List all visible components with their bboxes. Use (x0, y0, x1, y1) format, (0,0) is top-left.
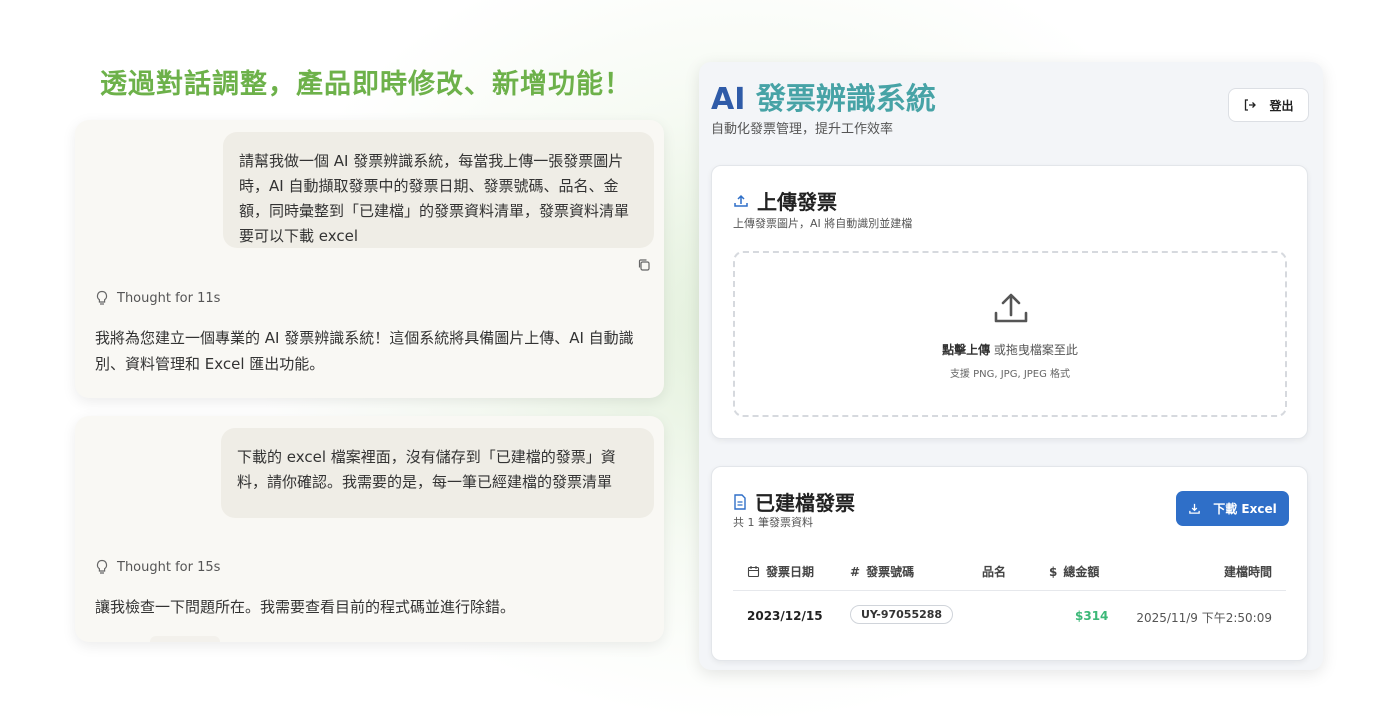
thought-indicator-1[interactable]: Thought for 11s (95, 290, 220, 306)
logout-icon (1245, 99, 1257, 111)
invoice-panel-title: 已建檔發票 (733, 487, 855, 516)
upload-title-text: 上傳發票 (757, 190, 837, 214)
cell-amount: $314 (1075, 609, 1109, 623)
cell-created: 2025/11/9 下午2:50:09 (1136, 611, 1272, 625)
logout-label: 登出 (1269, 98, 1294, 113)
upload-cloud-icon (994, 293, 1028, 323)
download-label: 下載 Excel (1213, 502, 1277, 516)
thought-indicator-2[interactable]: Thought for 15s (95, 559, 220, 575)
column-header-amount[interactable]: $ 總金額 (1049, 563, 1099, 580)
upload-icon (734, 194, 748, 207)
dropzone-click-label[interactable]: 點擊上傳 (942, 343, 990, 357)
download-excel-button[interactable]: 下載 Excel (1176, 491, 1289, 526)
faded-placeholder (150, 636, 220, 642)
calendar-icon (747, 566, 760, 578)
column-header-item[interactable]: 品名 (982, 563, 1006, 580)
column-header-label: 品名 (982, 565, 1007, 579)
column-header-label: 發票日期 (766, 565, 815, 579)
column-header-label: 總金額 (1063, 565, 1100, 579)
user-message-1: 請幫我做一個 AI 發票辨識系統，每當我上傳一張發票圖片時，AI 自動擷取發票中… (223, 132, 654, 248)
column-header-label: 發票號碼 (866, 565, 915, 579)
column-header-created[interactable]: 建檔時間 (1224, 563, 1272, 580)
table-row[interactable]: 2023/12/15 UY-97055288 $314 2025/11/9 下午… (733, 601, 1286, 631)
thought-label: Thought for 15s (117, 559, 221, 575)
assistant-message-1: 我將為您建立一個專業的 AI 發票辨識系統！這個系統將具備圖片上傳、AI 自動識… (95, 329, 634, 373)
download-icon (1189, 503, 1201, 514)
invoice-count: 共 1 筆發票資料 (733, 516, 813, 529)
dropzone-drag-label: 或拖曳檔案至此 (993, 343, 1078, 357)
hash-icon: # (850, 564, 861, 579)
invoice-app-window: AI 發票辨識系統 自動化發票管理，提升工作效率 登出 上傳發票 上傳發票圖片，… (699, 62, 1323, 670)
user-message-2: 下載的 excel 檔案裡面，沒有儲存到「已建檔的發票」資料，請你確認。我需要的… (221, 428, 654, 518)
cell-date: 2023/12/15 (747, 609, 823, 623)
column-header-date[interactable]: 發票日期 (747, 563, 814, 580)
thought-label: Thought for 11s (117, 290, 221, 306)
app-subtitle: 自動化發票管理，提升工作效率 (711, 122, 894, 137)
chat-card-1: 請幫我做一個 AI 發票辨識系統，每當我上傳一張發票圖片時，AI 自動擷取發票中… (75, 120, 664, 398)
cell-number-badge: UY-97055288 (850, 605, 954, 624)
chat-card-2: 下載的 excel 檔案裡面，沒有儲存到「已建檔的發票」資料，請你確認。我需要的… (75, 416, 664, 642)
app-title: AI 發票辨識系統 (711, 74, 936, 118)
headline: 透過對話調整，產品即時修改、新增功能！ (100, 69, 632, 100)
app-title-prefix: AI (711, 82, 746, 117)
copy-icon[interactable] (637, 258, 651, 272)
invoice-list-panel: 已建檔發票 共 1 筆發票資料 下載 Excel 發票日期 # 發票號碼 品名 … (711, 466, 1308, 661)
assistant-message-2: 讓我檢查一下問題所在。我需要查看目前的程式碼並進行除錯。 (95, 598, 516, 616)
dropzone-instruction: 點擊上傳 或拖曳檔案至此 (735, 341, 1285, 358)
dollar-icon: $ (1049, 564, 1058, 579)
dropzone-formats: 支援 PNG, JPG, JPEG 格式 (949, 369, 1071, 380)
app-title-main: 發票辨識系統 (755, 82, 936, 117)
invoice-title-text: 已建檔發票 (755, 491, 855, 515)
upload-subtitle: 上傳發票圖片，AI 將自動識別並建檔 (733, 217, 913, 230)
document-icon (734, 493, 746, 510)
column-header-number[interactable]: # 發票號碼 (850, 563, 914, 580)
lightbulb-icon (96, 559, 108, 574)
logout-button[interactable]: 登出 (1228, 88, 1309, 122)
column-header-label: 建檔時間 (1223, 565, 1272, 579)
upload-panel: 上傳發票 上傳發票圖片，AI 將自動識別並建檔 點擊上傳 或拖曳檔案至此 支援 … (711, 165, 1308, 439)
upload-panel-title: 上傳發票 (733, 186, 837, 215)
lightbulb-icon (96, 290, 108, 305)
invoice-table-header: 發票日期 # 發票號碼 品名 $ 總金額 建檔時間 (733, 563, 1286, 591)
upload-dropzone[interactable]: 點擊上傳 或拖曳檔案至此 支援 PNG, JPG, JPEG 格式 (733, 251, 1287, 417)
